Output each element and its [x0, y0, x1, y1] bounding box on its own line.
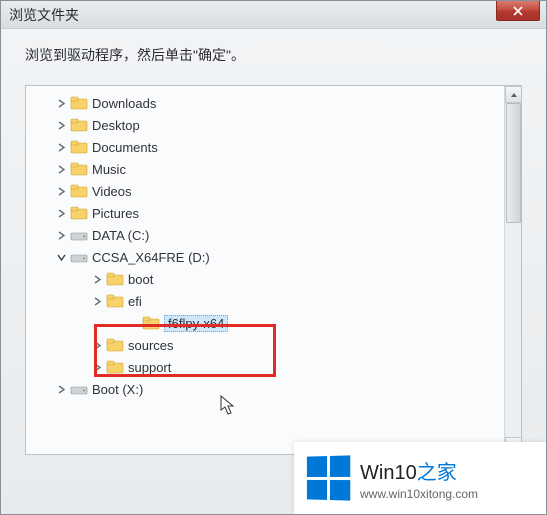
drive-icon	[70, 249, 88, 265]
tree-item[interactable]: f6flpy-x64	[122, 312, 521, 334]
chevron-right-icon[interactable]	[54, 382, 68, 396]
tree-item-label: CCSA_X64FRE (D:)	[92, 250, 210, 265]
folder-tree-container: Downloads Desktop Documents Music Videos Pict…	[25, 85, 522, 455]
chevron-right-icon[interactable]	[54, 118, 68, 132]
tree-item[interactable]: DATA (C:)	[50, 224, 521, 246]
tree-item-label: DATA (C:)	[92, 228, 149, 243]
browse-folder-dialog: 浏览文件夹 浏览到驱动程序，然后单击"确定"。 Downloads Desktop…	[0, 0, 547, 515]
chevron-right-icon[interactable]	[54, 162, 68, 176]
close-icon	[513, 6, 523, 16]
folder-tree[interactable]: Downloads Desktop Documents Music Videos Pict…	[26, 86, 521, 454]
tree-item-label: boot	[128, 272, 153, 287]
chevron-right-icon[interactable]	[90, 360, 104, 374]
tree-item-label: Boot (X:)	[92, 382, 143, 397]
tree-item[interactable]: Videos	[50, 180, 521, 202]
tree-item-label: Documents	[92, 140, 158, 155]
tree-item-label: Videos	[92, 184, 132, 199]
folder-icon	[106, 337, 124, 353]
watermark-brand: Win10之家	[360, 456, 478, 485]
chevron-down-icon[interactable]	[54, 250, 68, 264]
folder-icon	[106, 271, 124, 287]
tree-item[interactable]: Boot (X:)	[50, 378, 521, 400]
tree-item[interactable]: Downloads	[50, 92, 521, 114]
chevron-right-icon[interactable]	[54, 184, 68, 198]
folder-icon	[106, 293, 124, 309]
tree-item[interactable]: boot	[86, 268, 521, 290]
tree-item-label: support	[128, 360, 171, 375]
chevron-right-icon[interactable]	[90, 294, 104, 308]
tree-item[interactable]: support	[86, 356, 521, 378]
chevron-right-icon[interactable]	[54, 96, 68, 110]
tree-item[interactable]: sources	[86, 334, 521, 356]
tree-item-label: Music	[92, 162, 126, 177]
windows-logo-icon	[307, 455, 350, 500]
folder-icon	[70, 205, 88, 221]
tree-item-label: Pictures	[92, 206, 139, 221]
dialog-title: 浏览文件夹	[9, 5, 79, 25]
tree-item-label: Downloads	[92, 96, 156, 111]
folder-icon	[70, 183, 88, 199]
tree-item-label: efi	[128, 294, 142, 309]
close-button[interactable]	[496, 1, 540, 21]
chevron-right-icon[interactable]	[90, 338, 104, 352]
vertical-scrollbar[interactable]	[504, 86, 521, 454]
folder-icon	[70, 161, 88, 177]
watermark: Win10之家 www.win10xitong.com	[294, 442, 546, 514]
chevron-right-icon[interactable]	[54, 140, 68, 154]
tree-item[interactable]: Documents	[50, 136, 521, 158]
folder-icon	[142, 315, 160, 331]
folder-icon	[70, 139, 88, 155]
chevron-right-icon[interactable]	[54, 228, 68, 242]
titlebar: 浏览文件夹	[1, 1, 546, 29]
tree-item-label: f6flpy-x64	[164, 315, 228, 332]
tree-item[interactable]: Desktop	[50, 114, 521, 136]
tree-item[interactable]: efi	[86, 290, 521, 312]
tree-item-label: Desktop	[92, 118, 140, 133]
folder-icon	[106, 359, 124, 375]
instruction-text: 浏览到驱动程序，然后单击"确定"。	[1, 29, 546, 75]
watermark-url: www.win10xitong.com	[360, 487, 478, 501]
tree-item[interactable]: Music	[50, 158, 521, 180]
tree-item-label: sources	[128, 338, 174, 353]
scroll-up-button[interactable]	[505, 86, 522, 103]
expander-spacer	[126, 316, 140, 330]
chevron-right-icon[interactable]	[54, 206, 68, 220]
tree-item[interactable]: Pictures	[50, 202, 521, 224]
tree-item[interactable]: CCSA_X64FRE (D:)	[50, 246, 521, 268]
scroll-thumb[interactable]	[506, 103, 521, 223]
chevron-right-icon[interactable]	[90, 272, 104, 286]
drive-icon	[70, 227, 88, 243]
folder-icon	[70, 117, 88, 133]
drive-icon	[70, 381, 88, 397]
folder-icon	[70, 95, 88, 111]
